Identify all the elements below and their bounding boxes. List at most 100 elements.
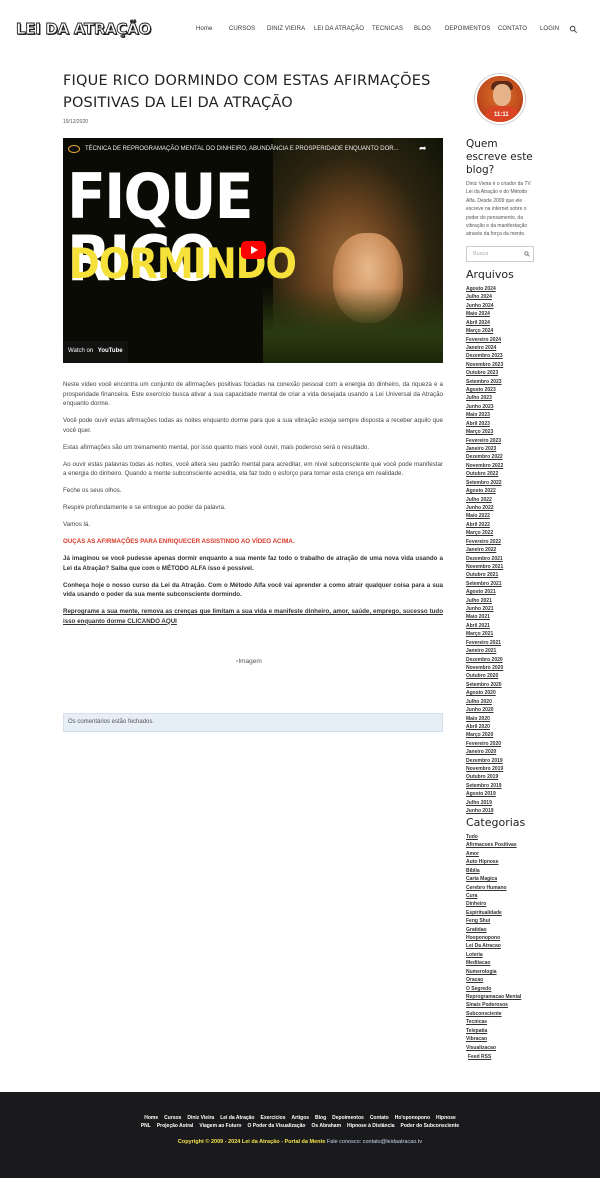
archive-link[interactable]: Março 2023 [466, 428, 514, 436]
nav-home[interactable]: Home [196, 26, 212, 32]
footer-link[interactable]: Poder do Subconsciente [401, 1123, 460, 1129]
archive-link[interactable]: Julho 2021 [466, 597, 514, 605]
nav-cursos[interactable]: CURSOS [229, 26, 255, 32]
watch-on-youtube-button[interactable]: Watch on YouTube [63, 341, 128, 363]
footer-link[interactable]: Depoimentos [332, 1115, 364, 1121]
archive-link[interactable]: Março 2021 [466, 630, 514, 638]
archive-link[interactable]: Junho 2021 [466, 605, 514, 613]
archive-link[interactable]: Junho 2023 [466, 403, 514, 411]
archive-link[interactable]: Junho 2020 [466, 706, 514, 714]
archive-link[interactable]: Agosto 2020 [466, 689, 514, 697]
archive-link[interactable]: Janeiro 2022 [466, 546, 514, 554]
archive-link[interactable]: Novembro 2019 [466, 765, 514, 773]
category-link[interactable]: Lei Da Atracao [466, 942, 525, 950]
play-button[interactable] [241, 241, 266, 259]
category-link[interactable]: Meditacao [466, 959, 525, 967]
archive-link[interactable]: Dezembro 2023 [466, 352, 514, 360]
archive-link[interactable]: Dezembro 2019 [466, 757, 514, 765]
archive-link[interactable]: Agosto 2021 [466, 588, 514, 596]
category-link[interactable]: Tecnicas [466, 1018, 525, 1026]
archive-link[interactable]: Junho 2024 [466, 302, 514, 310]
archive-link[interactable]: Fevereiro 2020 [466, 740, 514, 748]
category-link[interactable]: Tudo [466, 833, 525, 841]
archive-link[interactable]: Outubro 2020 [466, 672, 514, 680]
category-link[interactable]: Espiritualidade [466, 909, 525, 917]
category-link[interactable]: Subconsciente [466, 1010, 525, 1018]
nav-contato[interactable]: CONTATO [498, 26, 527, 32]
category-link[interactable]: Auto Hipnose [466, 858, 525, 866]
footer-link[interactable]: Artigos [292, 1115, 310, 1121]
footer-link[interactable]: Hipnose à Distância [347, 1123, 395, 1129]
archive-link[interactable]: Maio 2024 [466, 310, 514, 318]
archive-link[interactable]: Julho 2022 [466, 496, 514, 504]
archive-link[interactable]: Janeiro 2020 [466, 748, 514, 756]
category-link[interactable]: Cura [466, 892, 525, 900]
footer-link[interactable]: PNL [141, 1123, 151, 1129]
archive-link[interactable]: Maio 2022 [466, 512, 514, 520]
archive-link[interactable]: Julho 2023 [466, 394, 514, 402]
category-link[interactable]: Telepatia [466, 1027, 525, 1035]
footer-link[interactable]: Cursos [164, 1115, 181, 1121]
archive-link[interactable]: Março 2020 [466, 731, 514, 739]
archive-link[interactable]: Agosto 2024 [466, 285, 514, 293]
archive-link[interactable]: Abril 2023 [466, 420, 514, 428]
category-link[interactable]: Dinheiro [466, 900, 525, 908]
footer-link[interactable]: Contato [370, 1115, 389, 1121]
archive-link[interactable]: Junho 2019 [466, 807, 514, 815]
footer-link[interactable]: Ho'oponopono [395, 1115, 430, 1121]
broken-image[interactable]: ▫Imagem [236, 658, 262, 665]
search-icon[interactable] [524, 251, 530, 257]
archive-link[interactable]: Novembro 2022 [466, 462, 514, 470]
archive-link[interactable]: Fevereiro 2022 [466, 538, 514, 546]
category-link[interactable]: Numerologia [466, 968, 525, 976]
nav-tecnicas[interactable]: TECNICAS [372, 26, 403, 32]
archive-link[interactable]: Dezembro 2021 [466, 555, 514, 563]
archive-link[interactable]: Abril 2020 [466, 723, 514, 731]
footer-link[interactable]: O Poder da Visualização [247, 1123, 305, 1129]
footer-link[interactable]: Projeção Astral [157, 1123, 194, 1129]
archive-link[interactable]: Abril 2022 [466, 521, 514, 529]
archive-link[interactable]: Julho 2020 [466, 698, 514, 706]
footer-link[interactable]: Lei da Atração [220, 1115, 254, 1121]
archive-link[interactable]: Março 2022 [466, 529, 514, 537]
archive-link[interactable]: Setembro 2020 [466, 681, 514, 689]
footer-link[interactable]: Blog [315, 1115, 326, 1121]
category-link[interactable]: Biblia [466, 867, 525, 875]
contact-email[interactable]: Fale conosco: contato@leidaatracao.tv [325, 1139, 422, 1145]
channel-logo-icon[interactable] [68, 145, 80, 153]
archive-link[interactable]: Agosto 2022 [466, 487, 514, 495]
archive-link[interactable]: Maio 2020 [466, 715, 514, 723]
archive-link[interactable]: Fevereiro 2021 [466, 639, 514, 647]
category-link[interactable]: Amor [466, 850, 525, 858]
nav-blog[interactable]: BLOG [414, 26, 431, 32]
archive-link[interactable]: Dezembro 2022 [466, 453, 514, 461]
archive-link[interactable]: Maio 2023 [466, 411, 514, 419]
archive-link[interactable]: Setembro 2022 [466, 479, 514, 487]
nav-diniz-vieira[interactable]: DINIZ VIEIRA [267, 26, 305, 32]
archive-link[interactable]: Fevereiro 2023 [466, 437, 514, 445]
category-link[interactable]: Feng Shui [466, 917, 525, 925]
archive-link[interactable]: Novembro 2020 [466, 664, 514, 672]
category-link[interactable]: Reprogramacao Mental [466, 993, 525, 1001]
category-link[interactable]: Sinais Poderosos [466, 1001, 525, 1009]
share-icon[interactable]: ➦ [419, 143, 427, 154]
category-link[interactable]: Vibracao [466, 1035, 525, 1043]
archive-link[interactable]: Maio 2021 [466, 613, 514, 621]
footer-link[interactable]: Exercícios [261, 1115, 286, 1121]
archive-link[interactable]: Janeiro 2021 [466, 647, 514, 655]
archive-link[interactable]: Janeiro 2023 [466, 445, 514, 453]
category-link[interactable]: Gratidao [466, 926, 525, 934]
footer-link[interactable]: Hipnose [436, 1115, 456, 1121]
archive-link[interactable]: Dezembro 2020 [466, 656, 514, 664]
archive-link[interactable]: Julho 2024 [466, 293, 514, 301]
nav-lei-da-atracao[interactable]: LEI DA ATRAÇÃO [314, 26, 364, 32]
video-title[interactable]: TÉCNICA DE REPROGRAMAÇÃO MENTAL DO DINHE… [85, 146, 399, 152]
footer-link[interactable]: Home [144, 1115, 158, 1121]
category-link[interactable]: Afirmacoes Positivas [466, 841, 525, 849]
archive-link[interactable]: Março 2024 [466, 327, 514, 335]
archive-link[interactable]: Novembro 2021 [466, 563, 514, 571]
archive-link[interactable]: Novembro 2023 [466, 361, 514, 369]
video-embed[interactable]: FIQUE RICO DORMINDO TÉCNICA DE REPROGRAM… [63, 138, 443, 363]
archive-link[interactable]: Julho 2019 [466, 799, 514, 807]
archive-link[interactable]: Outubro 2022 [466, 470, 514, 478]
